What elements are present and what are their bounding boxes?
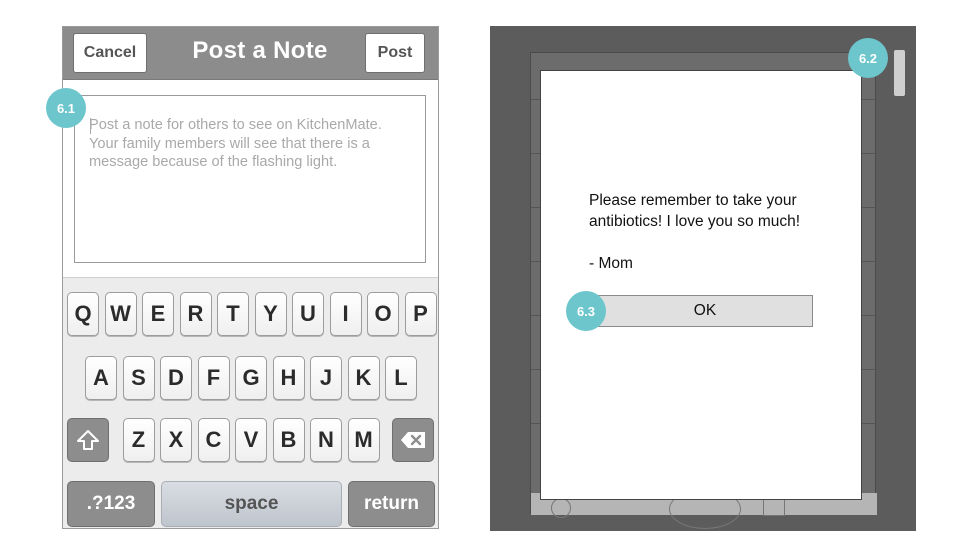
shift-key[interactable] bbox=[67, 418, 109, 462]
key-o[interactable]: O bbox=[367, 292, 399, 336]
compose-note-screen: Cancel Post a Note Post Post a note for … bbox=[62, 26, 439, 529]
cancel-button[interactable]: Cancel bbox=[73, 33, 147, 73]
key-m[interactable]: M bbox=[347, 418, 380, 462]
scrollbar-thumb[interactable] bbox=[894, 50, 905, 96]
key-f[interactable]: F bbox=[197, 356, 230, 400]
note-dialog: Please remember to take your antibiotics… bbox=[540, 70, 862, 500]
key-h[interactable]: H bbox=[272, 356, 305, 400]
key-d[interactable]: D bbox=[160, 356, 192, 400]
key-b[interactable]: B bbox=[272, 418, 305, 462]
callout-badge: 6.1 bbox=[46, 88, 86, 128]
key-w[interactable]: W bbox=[104, 292, 137, 336]
key-q[interactable]: Q bbox=[67, 292, 99, 336]
note-display-screen: Please remember to take your antibiotics… bbox=[490, 26, 916, 531]
key-a[interactable]: A bbox=[85, 356, 117, 400]
callout-badge: 6.2 bbox=[848, 38, 888, 78]
key-t[interactable]: T bbox=[217, 292, 249, 336]
key-y[interactable]: Y bbox=[254, 292, 287, 336]
delete-key[interactable] bbox=[392, 418, 434, 462]
key-i[interactable]: I bbox=[329, 292, 362, 336]
circle-icon bbox=[551, 498, 571, 518]
space-key[interactable]: space bbox=[161, 481, 342, 527]
on-screen-keyboard: Q W E R T Y U I O P A S D F G H J K L Z … bbox=[63, 277, 438, 528]
key-s[interactable]: S bbox=[122, 356, 155, 400]
screen-title: Post a Note bbox=[192, 37, 328, 64]
key-u[interactable]: U bbox=[292, 292, 324, 336]
key-x[interactable]: X bbox=[160, 418, 192, 462]
post-button[interactable]: Post bbox=[365, 33, 425, 73]
key-k[interactable]: K bbox=[347, 356, 380, 400]
key-j[interactable]: J bbox=[310, 356, 342, 400]
key-g[interactable]: G bbox=[235, 356, 267, 400]
key-n[interactable]: N bbox=[310, 418, 342, 462]
callout-badge: 6.3 bbox=[566, 291, 606, 331]
return-key[interactable]: return bbox=[348, 481, 435, 527]
navigation-bar: Cancel Post a Note Post bbox=[63, 27, 438, 80]
square-icon bbox=[763, 498, 785, 516]
key-v[interactable]: V bbox=[235, 418, 267, 462]
key-r[interactable]: R bbox=[179, 292, 212, 336]
key-l[interactable]: L bbox=[385, 356, 417, 400]
backspace-icon bbox=[401, 432, 425, 448]
note-message: Please remember to take your antibiotics… bbox=[589, 192, 801, 230]
key-c[interactable]: C bbox=[197, 418, 230, 462]
note-placeholder: Post a note for others to see on Kitchen… bbox=[89, 117, 382, 170]
key-p[interactable]: P bbox=[404, 292, 437, 336]
ok-button[interactable]: OK bbox=[597, 295, 813, 327]
note-signature: - Mom bbox=[589, 255, 633, 272]
text-cursor bbox=[90, 118, 91, 134]
numbers-key[interactable]: .?123 bbox=[67, 481, 155, 527]
key-e[interactable]: E bbox=[142, 292, 174, 336]
note-text-field[interactable]: Post a note for others to see on Kitchen… bbox=[74, 95, 426, 263]
shift-arrow-icon bbox=[77, 430, 99, 450]
key-z[interactable]: Z bbox=[122, 418, 155, 462]
